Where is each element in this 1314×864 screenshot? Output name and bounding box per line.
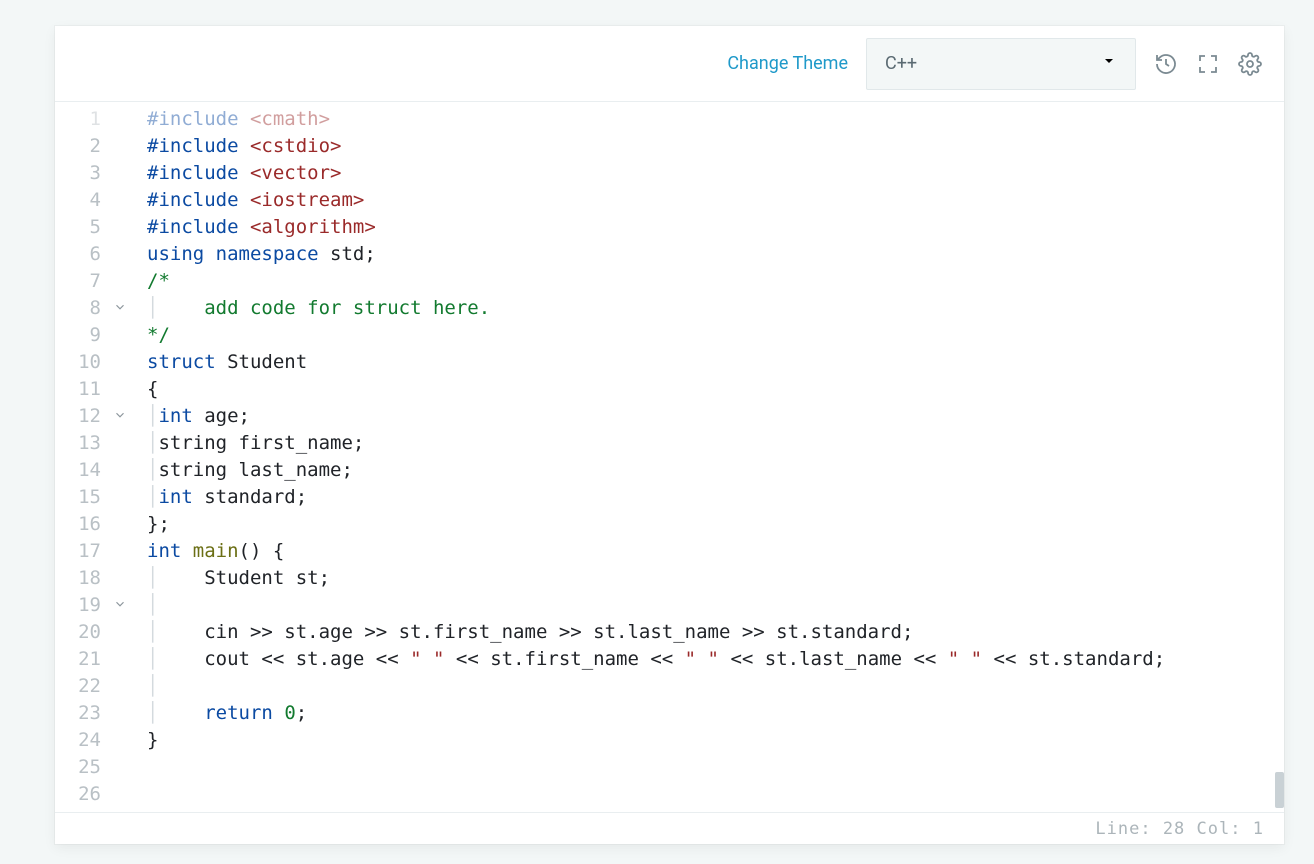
line-number: 25 [55,754,147,781]
line-number-gutter: 1234567891011121314151617181920212223242… [55,102,147,812]
scrollbar-vertical[interactable] [1275,772,1284,808]
fold-toggle-icon[interactable] [113,594,127,621]
code-line[interactable]: #include <cmath> [147,106,1284,133]
fullscreen-icon[interactable] [1196,52,1220,76]
code-line[interactable]: │ [147,673,1284,700]
line-number: 16 [55,511,147,538]
line-number: 23 [55,700,147,727]
code-content[interactable]: #include <cmath>#include <cstdio>#includ… [147,102,1284,812]
code-line[interactable]: │ add code for struct here. [147,295,1284,322]
line-number: 15 [55,484,147,511]
code-area[interactable]: 1234567891011121314151617181920212223242… [55,102,1284,812]
line-number: 8 [55,295,147,322]
line-number: 19 [55,592,147,619]
code-line[interactable]: │string first_name; [147,430,1284,457]
line-number: 5 [55,214,147,241]
line-number: 4 [55,187,147,214]
history-icon[interactable] [1154,52,1178,76]
code-line[interactable]: #include <cstdio> [147,133,1284,160]
code-line[interactable]: │int standard; [147,484,1284,511]
line-number: 17 [55,538,147,565]
code-line[interactable]: │ return 0; [147,700,1284,727]
line-number: 13 [55,430,147,457]
code-line[interactable]: │int age; [147,403,1284,430]
line-number: 14 [55,457,147,484]
code-line[interactable]: #include <iostream> [147,187,1284,214]
settings-icon[interactable] [1238,52,1262,76]
code-line[interactable]: int main() { [147,538,1284,565]
line-number: 2 [55,133,147,160]
editor-toolbar: Change Theme C++ [55,26,1284,102]
code-line[interactable]: │string last_name; [147,457,1284,484]
line-number: 3 [55,160,147,187]
fold-toggle-icon[interactable] [113,297,127,324]
line-number: 11 [55,376,147,403]
fold-toggle-icon[interactable] [113,405,127,432]
line-number: 18 [55,565,147,592]
code-line[interactable]: │ Student st; [147,565,1284,592]
code-line[interactable]: }; [147,511,1284,538]
line-number: 1 [55,106,147,133]
line-number: 12 [55,403,147,430]
line-number: 20 [55,619,147,646]
code-line[interactable]: #include <vector> [147,160,1284,187]
status-col-value: 1 [1253,819,1264,839]
code-line[interactable]: #include <algorithm> [147,214,1284,241]
change-theme-link[interactable]: Change Theme [727,53,848,74]
code-line[interactable]: │ cin >> st.age >> st.first_name >> st.l… [147,619,1284,646]
line-number: 26 [55,781,147,808]
language-select[interactable]: C++ [866,38,1136,90]
status-col-label: Col: [1197,819,1242,839]
code-line[interactable]: /* [147,268,1284,295]
code-line[interactable]: { [147,376,1284,403]
language-select-value: C++ [885,53,917,74]
line-number: 22 [55,673,147,700]
code-line[interactable]: struct Student [147,349,1284,376]
line-number: 24 [55,727,147,754]
chevron-down-icon [1101,53,1117,74]
code-line[interactable]: │ cout << st.age << " " << st.first_name… [147,646,1284,673]
line-number: 7 [55,268,147,295]
code-line[interactable]: } [147,727,1284,754]
code-line[interactable]: │ [147,592,1284,619]
line-number: 10 [55,349,147,376]
code-editor-card: Change Theme C++ 12345678910111213141516… [55,26,1284,844]
status-line-value: 28 [1163,819,1185,839]
status-bar: Line: 28 Col: 1 [55,812,1284,844]
line-number: 6 [55,241,147,268]
line-number: 21 [55,646,147,673]
code-line[interactable]: using namespace std; [147,241,1284,268]
code-line[interactable]: */ [147,322,1284,349]
status-line-label: Line: [1095,819,1151,839]
line-number: 9 [55,322,147,349]
